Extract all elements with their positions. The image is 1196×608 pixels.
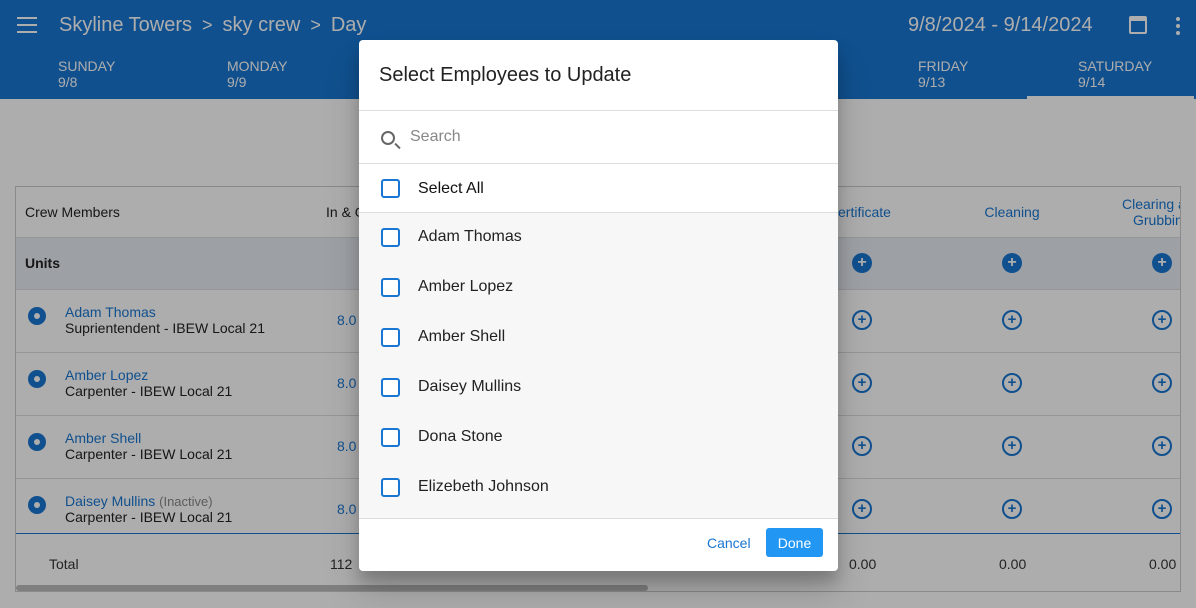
divider [359, 163, 838, 164]
select-all-label[interactable]: Select All [418, 180, 484, 198]
list-item[interactable]: Elizebeth Johnson [359, 463, 838, 513]
list-item[interactable]: Amber Lopez [359, 263, 838, 313]
employee-label[interactable]: Dona Stone [418, 428, 503, 446]
employee-checkbox[interactable] [381, 378, 400, 397]
employee-checkbox[interactable] [381, 478, 400, 497]
done-button[interactable]: Done [766, 528, 823, 557]
list-item[interactable]: Adam Thomas [359, 213, 838, 263]
divider [359, 110, 838, 111]
employee-label[interactable]: Adam Thomas [418, 228, 522, 246]
select-all-checkbox[interactable] [381, 179, 400, 198]
divider [359, 518, 838, 519]
employee-label[interactable]: Elizebeth Johnson [418, 478, 549, 496]
list-item[interactable]: Dona Stone [359, 413, 838, 463]
dialog-title: Select Employees to Update [379, 64, 632, 86]
employee-list: Adam Thomas Amber Lopez Amber Shell Dais… [359, 213, 838, 518]
employee-checkbox[interactable] [381, 228, 400, 247]
list-item[interactable]: Daisey Mullins [359, 363, 838, 413]
search-icon [381, 131, 395, 145]
employee-checkbox[interactable] [381, 328, 400, 347]
employee-label[interactable]: Amber Lopez [418, 278, 513, 296]
employee-checkbox[interactable] [381, 428, 400, 447]
employee-checkbox[interactable] [381, 278, 400, 297]
cancel-button[interactable]: Cancel [699, 528, 759, 558]
employee-label[interactable]: Amber Shell [418, 328, 505, 346]
select-employees-dialog: Select Employees to Update Select All Ad… [359, 40, 838, 571]
employee-label[interactable]: Daisey Mullins [418, 378, 521, 396]
list-item[interactable]: Amber Shell [359, 313, 838, 363]
search-input[interactable] [410, 124, 810, 150]
